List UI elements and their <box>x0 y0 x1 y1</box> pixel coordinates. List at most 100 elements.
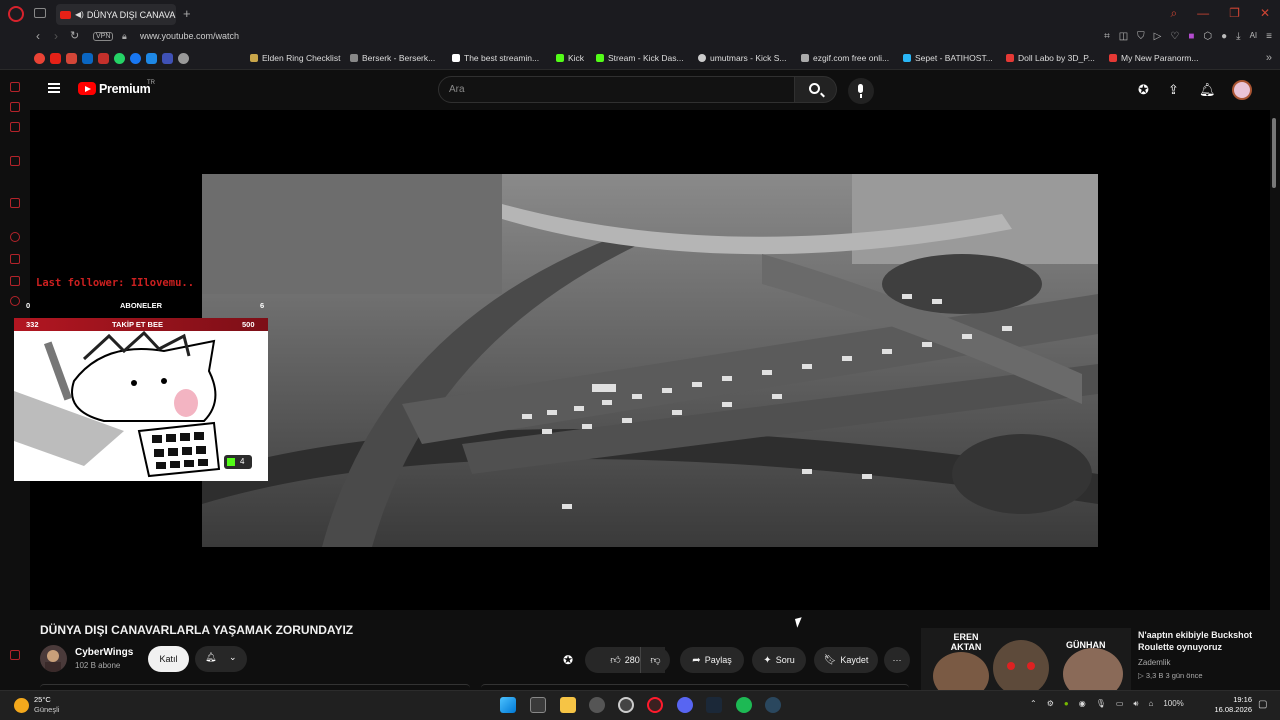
create-icon[interactable]: ✪ <box>1138 82 1149 98</box>
audio-playing-icon[interactable]: ◀) <box>75 10 84 19</box>
ai-sparkle-icon[interactable]: ✪ <box>563 653 573 667</box>
channel-avatar[interactable] <box>40 645 67 672</box>
tray-nvidia-icon[interactable]: ● <box>1064 699 1069 709</box>
temperature[interactable]: 25°C <box>34 695 51 704</box>
facebook-bookmark-icon[interactable] <box>130 53 141 64</box>
recommended-video-channel[interactable]: Zademlik <box>1138 658 1170 667</box>
weather-condition[interactable]: Güneşli <box>34 705 59 714</box>
steam-icon[interactable] <box>706 697 722 713</box>
bookmarks-overflow-button[interactable]: » <box>1266 52 1272 64</box>
file-explorer-icon[interactable] <box>560 697 576 713</box>
voice-search-button[interactable] <box>848 78 874 104</box>
obs-icon[interactable] <box>618 697 634 713</box>
url-field[interactable]: www.youtube.com/watch <box>140 31 239 41</box>
profile-icon[interactable]: ● <box>1221 31 1227 42</box>
steam-alt-icon[interactable] <box>765 697 781 713</box>
account-avatar[interactable] <box>1232 80 1252 100</box>
bookmark-item[interactable]: Elden Ring Checklist <box>250 53 340 63</box>
channel-name[interactable]: CyberWings <box>75 647 133 658</box>
save-button[interactable]: 🔖︎ Kaydet <box>814 647 878 673</box>
outlook-bookmark-icon[interactable] <box>146 53 157 64</box>
dislike-button[interactable]: 👎︎ <box>640 647 670 673</box>
ai-button[interactable]: AI <box>1250 31 1258 42</box>
opera-gx-icon[interactable] <box>647 697 663 713</box>
puzzle-icon[interactable]: ⬡ <box>1203 31 1212 42</box>
bookmark-item[interactable]: My New Paranorm... <box>1109 53 1198 63</box>
tray-steam-icon[interactable]: ◉ <box>1079 699 1086 709</box>
close-window-button[interactable]: ✕ <box>1260 6 1270 21</box>
notifications-icon[interactable]: ▢ <box>1258 699 1267 710</box>
search-input[interactable]: Ara <box>438 76 795 103</box>
crop-icon[interactable]: ◫ <box>1119 31 1128 42</box>
join-button[interactable]: Katıl <box>148 646 189 672</box>
notifications-bell-icon[interactable]: 🔔︎ <box>1199 82 1216 98</box>
youtube-logo-icon[interactable] <box>78 82 96 95</box>
red-bookmark-icon[interactable] <box>98 53 109 64</box>
clock-time[interactable]: 19:16 <box>1212 695 1252 704</box>
linkedin-bookmark-icon[interactable] <box>82 53 93 64</box>
snapshot-icon[interactable]: ⌗ <box>1104 31 1110 42</box>
sidebar-messenger-icon[interactable] <box>10 102 20 112</box>
sidebar-aria-icon[interactable] <box>10 82 20 92</box>
sidebar-history-icon[interactable] <box>10 232 20 242</box>
tray-app-icon[interactable]: ⚙ <box>1047 699 1054 709</box>
bookmark-item[interactable]: ezgif.com free onli... <box>801 53 889 63</box>
minimize-button[interactable]: — <box>1197 6 1209 21</box>
start-button-icon[interactable] <box>500 697 516 713</box>
bookmark-item[interactable]: Doll Labo by 3D_P... <box>1006 53 1095 63</box>
more-actions-button[interactable]: ··· <box>884 647 910 673</box>
tray-overflow-icon[interactable]: ⌃ <box>1030 699 1037 709</box>
bookmark-item[interactable]: umutmars - Kick S... <box>698 53 787 63</box>
whatsapp-bookmark-icon[interactable] <box>114 53 125 64</box>
gear-bookmark-icon[interactable] <box>178 53 189 64</box>
download-icon[interactable]: ⤓ <box>1236 31 1240 42</box>
bookmark-item[interactable]: Sepet - BATIHOST... <box>903 53 993 63</box>
tray-display-icon[interactable]: ▭ <box>1116 699 1124 709</box>
clock-date[interactable]: 16.08.2026 <box>1200 705 1252 714</box>
extension-icon[interactable]: ■ <box>1188 31 1194 42</box>
page-scrollbar[interactable] <box>1272 118 1276 188</box>
forward-button[interactable]: › <box>54 29 58 43</box>
video-frame-highway[interactable] <box>202 174 1098 547</box>
search-button[interactable] <box>795 76 837 103</box>
bookmark-item[interactable]: Berserk - Berserk... <box>350 53 435 63</box>
tray-battery-percent[interactable]: 100% <box>1163 699 1183 709</box>
youtube-premium-logo[interactable]: Premium <box>99 82 151 96</box>
maximize-button[interactable]: ❐ <box>1229 6 1240 21</box>
shield-icon[interactable]: ⛉ <box>1137 31 1145 42</box>
sidebar-percent-icon[interactable] <box>10 178 20 188</box>
tool-bookmark-icon[interactable] <box>162 53 173 64</box>
back-button[interactable]: ‹ <box>36 29 40 43</box>
sidebar-more-icon[interactable] <box>10 650 20 660</box>
sidebar-shield-icon[interactable] <box>10 254 20 264</box>
new-tab-button[interactable]: + <box>183 6 191 21</box>
sidebar-music-icon[interactable] <box>10 122 20 132</box>
tray-network-icon[interactable]: ⌂ <box>1148 699 1153 709</box>
heart-icon[interactable]: ♡ <box>1170 31 1179 42</box>
bookmark-item[interactable]: Stream - Kick Das... <box>596 53 684 63</box>
lock-icon[interactable]: 🔒︎ <box>122 31 127 42</box>
task-view-icon[interactable] <box>530 697 546 713</box>
vpn-badge[interactable]: VPN <box>93 32 114 41</box>
youtube-bookmark-icon[interactable] <box>50 53 61 64</box>
reload-button[interactable]: ↻ <box>70 29 79 42</box>
search-tabs-icon[interactable]: ⌕ <box>1170 6 1177 21</box>
opera-logo-icon[interactable] <box>8 6 24 22</box>
tray-volume-icon[interactable]: 🔊︎ <box>1133 699 1138 709</box>
sidebar-x-icon[interactable] <box>10 198 20 208</box>
discord-icon[interactable] <box>677 697 693 713</box>
share-button[interactable]: ➦ Paylaş <box>680 647 744 673</box>
video-popout-icon[interactable]: ▷ <box>1154 31 1162 42</box>
subscription-bell-button[interactable]: 🔔︎ ⌄ <box>195 646 247 672</box>
ask-button[interactable]: ✦ Soru <box>752 647 806 673</box>
menu-icon[interactable]: ≡ <box>1266 31 1272 42</box>
gmail-bookmark-icon[interactable] <box>66 53 77 64</box>
chrome-bookmark-icon[interactable] <box>34 53 45 64</box>
browser-tab-active[interactable]: ◀) DÜNYA DIŞI CANAVARL <box>56 4 176 25</box>
weather-sun-icon[interactable] <box>14 698 29 713</box>
upload-icon[interactable]: ⇪ <box>1168 82 1179 98</box>
recommended-video-title[interactable]: N'aaptın ekibiyle Buckshot Roulette oynu… <box>1138 629 1268 653</box>
recommended-video-thumbnail[interactable]: EREN AKTAN GÜNHAN <box>921 628 1131 690</box>
bookmark-item[interactable]: The best streamin... <box>452 53 539 63</box>
menu-hamburger-icon[interactable] <box>48 83 60 93</box>
